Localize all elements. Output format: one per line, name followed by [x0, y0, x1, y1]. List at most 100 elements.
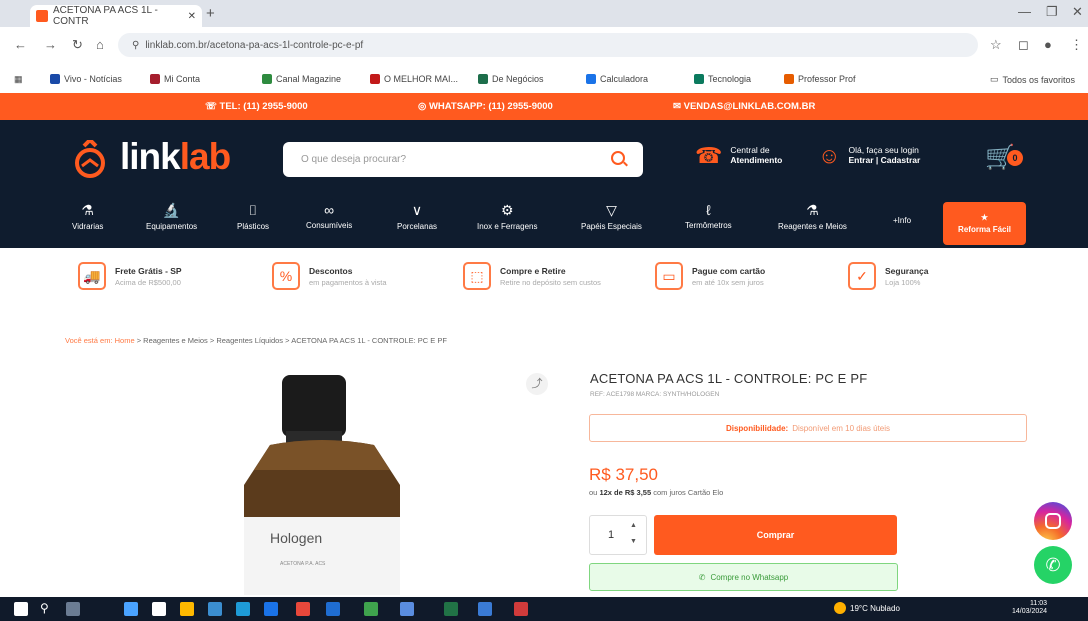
category-plasticos[interactable]: ⌷ Plásticos: [237, 202, 269, 231]
address-bar-row: ← → ↻ ⌂ ⚲ linklab.com.br/acetona-pa-acs-…: [0, 27, 1088, 69]
account-link[interactable]: ☺ Olá, faça seu login Entrar | Cadastrar: [818, 143, 920, 168]
teams-icon[interactable]: [124, 602, 138, 616]
breadcrumb-path[interactable]: > Reagentes e Meios > Reagentes Líquidos…: [135, 336, 447, 345]
category-more[interactable]: +Info: [893, 216, 911, 225]
weather-widget[interactable]: 19°C Nublado: [834, 602, 900, 614]
quantity-value[interactable]: 1: [608, 529, 614, 541]
category-papeis-especiais[interactable]: ▽ Papéis Especiais: [581, 202, 642, 231]
minimize-icon[interactable]: —: [1018, 4, 1031, 19]
benefit-card-payment: ▭ Pague com cartão em até 10x sem juros: [655, 262, 765, 290]
bookmark-item[interactable]: Canal Magazine: [262, 74, 341, 84]
category-nav: ⚗ Vidrarias 🔬 Equipamentos ⌷ Plásticos ∞ Con…: [0, 196, 1088, 248]
category-vidrarias[interactable]: ⚗ Vidrarias: [72, 202, 103, 231]
bookmark-item[interactable]: Vivo - Notícias: [50, 74, 122, 84]
bookmark-item[interactable]: De Negócios: [478, 74, 544, 84]
app-icon[interactable]: [400, 602, 414, 616]
site-logo[interactable]: linklab: [120, 136, 231, 178]
benefit-discounts: % Descontos em pagamentos à vista: [272, 262, 387, 290]
star-icon: ★: [980, 213, 989, 222]
category-highlight-button[interactable]: ★ Reforma Fácil: [943, 202, 1026, 245]
credit-card-icon: ▭: [655, 262, 683, 290]
customer-service-link[interactable]: ☎ Central de Atendimento: [695, 143, 782, 168]
linklab-logo-icon[interactable]: [70, 140, 110, 180]
bookmark-item[interactable]: Mi Conta: [150, 74, 200, 84]
product-meta: REF: ACE1798 MARCA: SYNTH/HOLOGEN: [590, 391, 720, 398]
extensions-icon[interactable]: ◻: [1018, 37, 1029, 53]
bookmark-item[interactable]: O MELHOR MAI...: [370, 74, 458, 84]
buy-button[interactable]: Comprar: [654, 515, 897, 555]
consumables-icon: ∞: [324, 202, 335, 218]
search-input[interactable]: O que deseja procurar?: [283, 142, 643, 177]
category-termometros[interactable]: ℓ Termômetros: [685, 202, 732, 230]
weather-icon: [834, 602, 846, 614]
app-icon[interactable]: [152, 602, 166, 616]
breadcrumb-home-link[interactable]: Você está em: Home: [65, 336, 135, 345]
chrome-icon[interactable]: [296, 602, 310, 616]
new-tab-icon[interactable]: +: [206, 5, 215, 22]
folder-icon: ▭: [990, 74, 999, 84]
search-icon[interactable]: ⚲: [40, 601, 49, 615]
instagram-icon[interactable]: [1034, 502, 1072, 540]
outlook-icon[interactable]: [478, 602, 492, 616]
back-icon[interactable]: ←: [14, 37, 27, 52]
product-price: R$ 37,50: [589, 465, 658, 484]
category-porcelanas[interactable]: ∨ Porcelanas: [397, 202, 437, 231]
system-clock[interactable]: 11:03 14/03/2024: [1012, 600, 1047, 617]
cart-count-badge: 0: [1007, 150, 1023, 166]
product-title: ACETONA PA ACS 1L - CONTROLE: PC E PF: [590, 371, 868, 386]
profile-icon[interactable]: ●: [1044, 37, 1052, 52]
bookmark-item[interactable]: Professor Prof: [784, 74, 856, 84]
bookmark-star-icon[interactable]: ☆: [990, 37, 1002, 53]
home-icon[interactable]: ⌂: [96, 37, 104, 52]
quantity-stepper[interactable]: 1 ▲ ▼: [589, 515, 647, 555]
app-icon[interactable]: [264, 602, 278, 616]
search-icon[interactable]: [611, 151, 625, 165]
store-icon[interactable]: [208, 602, 222, 616]
flask-icon: ⚗: [81, 202, 94, 218]
benefit-pickup: ⬚ Compre e Retire Retire no depósito sem …: [463, 262, 601, 290]
edge-icon[interactable]: [236, 602, 250, 616]
all-bookmarks[interactable]: ▭ Todos os favoritos: [990, 74, 1075, 85]
category-consumiveis[interactable]: ∞ Consumíveis: [306, 202, 352, 230]
reagent-icon: ⚗: [806, 202, 819, 218]
windows-taskbar: ⚲ 19°C Nublado 11:03 14/03/2024: [0, 597, 1088, 621]
whatsapp-link[interactable]: ◎ WHATSAPP: (11) 2955-9000: [418, 101, 553, 112]
category-inox-ferragens[interactable]: ⚙ Inox e Ferragens: [477, 202, 537, 231]
excel-icon[interactable]: [444, 602, 458, 616]
category-equipamentos[interactable]: 🔬 Equipamentos: [146, 202, 197, 231]
bookmark-item[interactable]: Tecnologia: [694, 74, 751, 84]
percent-icon: %: [272, 262, 300, 290]
bookmark-item[interactable]: Calculadora: [586, 74, 648, 84]
task-view-icon[interactable]: [66, 602, 80, 616]
microscope-icon: 🔬: [162, 202, 181, 218]
url-input[interactable]: ⚲ linklab.com.br/acetona-pa-acs-1l-contr…: [118, 33, 978, 57]
app-icon[interactable]: [364, 602, 378, 616]
file-explorer-icon[interactable]: [180, 602, 194, 616]
apps-icon[interactable]: ▦: [14, 74, 23, 85]
share-icon[interactable]: ⤴: [526, 373, 548, 395]
tab-close-icon[interactable]: ✕: [188, 11, 196, 22]
maximize-icon[interactable]: ❐: [1046, 4, 1058, 20]
site-favicon-icon: [36, 10, 48, 22]
phone-link[interactable]: ☏ TEL: (11) 2955-9000: [205, 101, 308, 112]
breadcrumb: Você está em: Home > Reagentes e Meios >…: [65, 336, 447, 345]
close-window-icon[interactable]: ✕: [1072, 4, 1083, 20]
browser-tab[interactable]: ACETONA PA ACS 1L - CONTR ✕: [30, 5, 202, 27]
bookmarks-bar: ▦ Vivo - Notícias Mi Conta Canal Magazin…: [0, 69, 1088, 93]
windows-start-icon[interactable]: [14, 602, 28, 616]
whatsapp-float-icon[interactable]: ✆: [1034, 546, 1072, 584]
product-image[interactable]: Hologen ACETONA P.A. ACS: [240, 375, 405, 595]
whatsapp-buy-button[interactable]: ✆ Compre no Whatsapp: [589, 563, 898, 591]
site-info-icon[interactable]: ⚲: [132, 40, 139, 51]
reload-icon[interactable]: ↻: [72, 37, 83, 53]
email-link[interactable]: ✉ VENDAS@LINKLAB.COM.BR: [673, 101, 815, 112]
url-text: linklab.com.br/acetona-pa-acs-1l-control…: [145, 39, 364, 51]
chevron-up-icon[interactable]: ▲: [630, 522, 637, 529]
app-icon[interactable]: [514, 602, 528, 616]
box-icon: ⬚: [463, 262, 491, 290]
menu-icon[interactable]: ⋮: [1070, 37, 1083, 53]
chevron-down-icon[interactable]: ▼: [630, 538, 637, 545]
forward-icon[interactable]: →: [44, 37, 57, 52]
word-icon[interactable]: [326, 602, 340, 616]
category-reagentes[interactable]: ⚗ Reagentes e Meios: [778, 202, 847, 231]
